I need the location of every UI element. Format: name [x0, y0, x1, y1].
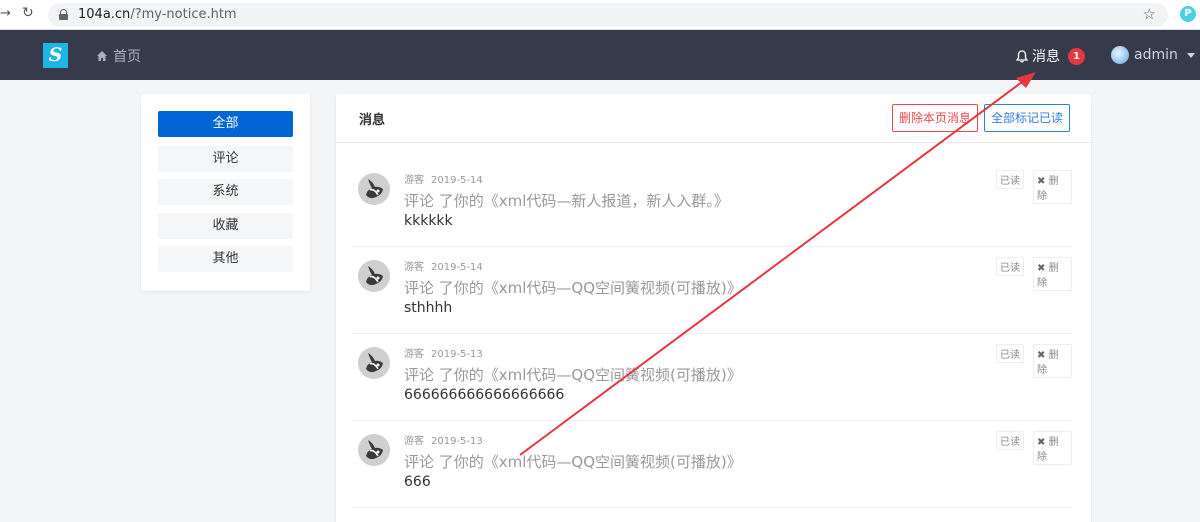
divider [336, 142, 1091, 143]
profile-avatar[interactable]: P [1180, 6, 1196, 22]
notice-item: 游客 2019-5-13 评论 了你的《xml代码—QQ空间簧视频(可播放)》 6… [352, 334, 1072, 421]
browser-toolbar: → ↻ 104a.cn/?my-notice.htm ☆ P [0, 0, 1200, 30]
sidebar-item-other[interactable]: 其他 [158, 246, 293, 272]
notice-text[interactable]: 评论 了你的《xml代码—QQ空间簧视频(可播放)》 [404, 364, 742, 385]
notice-item: 游客 2019-5-13 评论 了你的《xml代码—QQ空间簧视频(可播放)》 6… [352, 421, 1072, 508]
notice-text[interactable]: 评论 了你的《xml代码—QQ空间簧视频(可播放)》 [404, 451, 742, 472]
notice-date: 2019-5-14 [431, 262, 483, 273]
notice-text[interactable]: 评论 了你的《xml代码—新人报道，新人入群。》 [404, 190, 729, 211]
username: admin [1134, 47, 1178, 63]
site-logo[interactable]: S [43, 43, 68, 68]
caret-down-icon [1186, 52, 1195, 58]
bookmark-star-icon[interactable]: ☆ [1143, 5, 1156, 23]
rabbit-avatar-icon [358, 173, 390, 205]
sidebar-item-favorites[interactable]: 收藏 [158, 213, 293, 239]
sidebar-item-comments[interactable]: 评论 [158, 146, 293, 172]
close-icon: ✖ [1037, 350, 1046, 361]
lock-icon [59, 9, 68, 20]
notice-user[interactable]: 游客 [404, 436, 424, 447]
notice-meta: 游客 2019-5-14 [404, 171, 490, 186]
user-avatar [1111, 46, 1129, 64]
notice-date: 2019-5-14 [431, 175, 483, 186]
notice-content: 666666666666666666 [404, 387, 565, 403]
notice-meta: 游客 2019-5-14 [404, 258, 490, 273]
close-icon: ✖ [1037, 437, 1046, 448]
notice-panel: 消息 删除本页消息 全部标记已读 游客 2019-5-14 评论 了你的《xml代… [336, 94, 1091, 522]
notice-meta: 游客 2019-5-13 [404, 432, 490, 447]
mark-read-button[interactable]: 已读 [996, 431, 1024, 450]
delete-button[interactable]: ✖ 删除 [1033, 431, 1072, 465]
notice-content: sthhhh [404, 300, 453, 316]
delete-button[interactable]: ✖ 删除 [1033, 344, 1072, 378]
forward-arrow-icon[interactable]: → [0, 6, 11, 21]
notice-meta: 游客 2019-5-13 [404, 345, 490, 360]
address-bar[interactable]: 104a.cn/?my-notice.htm ☆ [48, 3, 1168, 27]
reload-icon[interactable]: ↻ [22, 5, 34, 21]
avatar[interactable] [358, 434, 390, 466]
rabbit-avatar-icon [358, 347, 390, 379]
delete-button[interactable]: ✖ 删除 [1033, 257, 1072, 291]
bell-icon [1016, 49, 1028, 63]
rabbit-avatar-icon [358, 260, 390, 292]
notice-category-sidebar: 全部 评论 系统 收藏 其他 [141, 94, 310, 291]
rabbit-avatar-icon [358, 434, 390, 466]
panel-title: 消息 [359, 113, 386, 128]
home-link[interactable]: 首页 [96, 46, 141, 66]
avatar[interactable] [358, 173, 390, 205]
notice-user[interactable]: 游客 [404, 349, 424, 360]
home-icon [97, 51, 107, 61]
mark-read-button[interactable]: 已读 [996, 170, 1024, 189]
notice-content: kkkkkk [404, 213, 453, 229]
messages-link[interactable]: 消息 1 [1016, 46, 1085, 66]
notice-date: 2019-5-13 [431, 436, 483, 447]
divider [352, 507, 1072, 508]
home-label: 首页 [113, 49, 141, 65]
sidebar-item-all[interactable]: 全部 [158, 111, 293, 137]
mark-all-read-button[interactable]: 全部标记已读 [984, 104, 1071, 132]
notice-user[interactable]: 游客 [404, 175, 424, 186]
notice-text[interactable]: 评论 了你的《xml代码—QQ空间簧视频(可播放)》 [404, 277, 742, 298]
notice-user[interactable]: 游客 [404, 262, 424, 273]
mark-read-button[interactable]: 已读 [996, 257, 1024, 276]
avatar[interactable] [358, 260, 390, 292]
user-menu[interactable]: admin [1111, 46, 1195, 64]
delete-page-messages-button[interactable]: 删除本页消息 [892, 104, 979, 132]
messages-count-badge: 1 [1068, 47, 1085, 65]
sidebar-item-system[interactable]: 系统 [158, 179, 293, 205]
top-navbar: S 首页 消息 1 admin [0, 30, 1200, 80]
avatar[interactable] [358, 347, 390, 379]
messages-label: 消息 [1032, 49, 1060, 65]
notice-item: 游客 2019-5-14 评论 了你的《xml代码—新人报道，新人入群。》 kkk… [352, 160, 1072, 247]
close-icon: ✖ [1037, 263, 1046, 274]
delete-button[interactable]: ✖ 删除 [1033, 170, 1072, 204]
close-icon: ✖ [1037, 176, 1046, 187]
mark-read-button[interactable]: 已读 [996, 344, 1024, 363]
notice-item: 游客 2019-5-14 评论 了你的《xml代码—QQ空间簧视频(可播放)》 s… [352, 247, 1072, 334]
notice-date: 2019-5-13 [431, 349, 483, 360]
url-text: 104a.cn/?my-notice.htm [78, 7, 237, 22]
notice-content: 666 [404, 474, 431, 490]
